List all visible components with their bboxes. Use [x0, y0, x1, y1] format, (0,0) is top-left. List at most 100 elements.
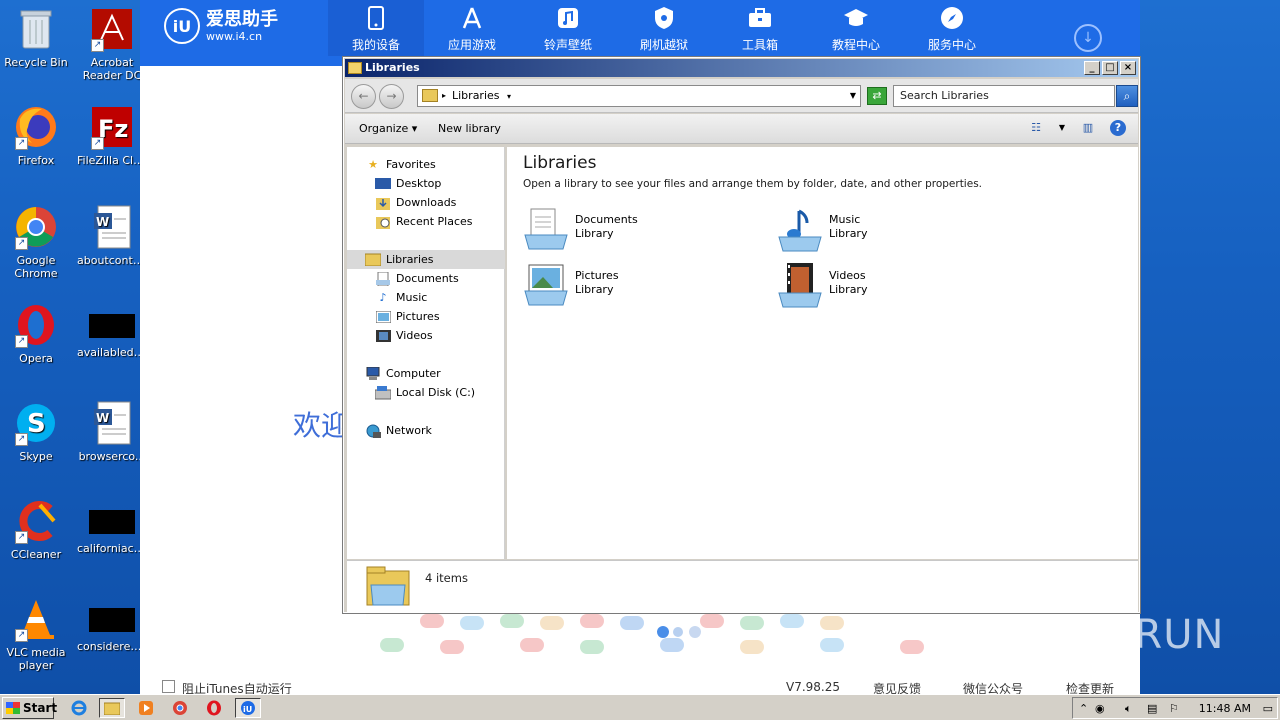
nav-libraries[interactable]: Libraries — [347, 250, 505, 269]
library-type: Library — [575, 227, 614, 240]
breadcrumb-libraries[interactable]: Libraries — [452, 89, 500, 102]
i4-nav-my-device[interactable]: 我的设备 — [328, 0, 424, 56]
library-videos[interactable]: Videos Library — [777, 263, 1017, 313]
nav-desktop[interactable]: Desktop — [375, 174, 441, 193]
shortcut-arrow-icon: ↗ — [15, 237, 28, 250]
desktop-icon-label: Acrobat Reader DC — [82, 56, 142, 82]
help-icon[interactable]: ? — [1110, 120, 1126, 136]
clock[interactable]: 11:48 AM — [1199, 702, 1251, 715]
nav-recent-places[interactable]: Recent Places — [375, 212, 473, 231]
search-input[interactable]: Search Libraries — [893, 85, 1115, 107]
nav-videos[interactable]: Videos — [375, 326, 433, 345]
desktop-icon-considerede[interactable]: considerede... — [76, 596, 148, 653]
nav-documents[interactable]: Documents — [375, 269, 459, 288]
new-library-button[interactable]: New library — [438, 122, 501, 135]
desktop-icon-browserco[interactable]: W browserco... — [76, 400, 148, 463]
svg-text:W: W — [96, 411, 109, 425]
desktop-icon-label: Opera — [19, 352, 53, 365]
nav-local-disk[interactable]: Local Disk (C:) — [375, 383, 475, 402]
library-type: Library — [829, 283, 868, 296]
vlc-cone-icon: ↗ — [13, 596, 59, 642]
graduation-cap-icon — [842, 4, 870, 32]
desktop-icon-availabledir[interactable]: availabledir... — [76, 302, 148, 359]
shortcut-arrow-icon: ↗ — [15, 531, 28, 544]
download-icon[interactable]: ↓ — [1074, 24, 1102, 52]
taskbar-ie-icon[interactable] — [66, 698, 92, 718]
i4-nav-ringtones-wallpapers[interactable]: 铃声壁纸 — [520, 0, 616, 56]
refresh-button[interactable]: ⇄ — [867, 87, 887, 105]
organize-button[interactable]: Organize ▾ — [359, 122, 417, 135]
nav-music[interactable]: ♪ Music — [375, 288, 427, 307]
shield-icon — [650, 4, 678, 32]
desktop-icon-recycle-bin[interactable]: Recycle Bin — [0, 6, 72, 69]
volume-icon[interactable]: 🔈︎ — [1125, 702, 1132, 716]
tray-expand-icon[interactable]: ⌃ — [1079, 702, 1088, 715]
maximize-button[interactable]: □ — [1102, 61, 1118, 75]
svg-text:S: S — [27, 409, 46, 439]
i4-nav-service-center[interactable]: 服务中心 — [904, 0, 1000, 56]
network-tray-icon[interactable]: ▤ — [1147, 702, 1157, 715]
window-titlebar[interactable]: Libraries _ □ × — [345, 59, 1138, 77]
action-center-flag-icon[interactable]: ⚐ — [1169, 702, 1179, 715]
i4-nav-label: 应用游戏 — [447, 38, 496, 52]
forward-button[interactable]: → — [379, 84, 404, 109]
desktop-icon-chrome[interactable]: ↗ Google Chrome — [0, 204, 72, 280]
skype-icon: S ↗ — [13, 400, 59, 446]
library-type: Library — [829, 227, 868, 240]
library-name: Music — [829, 213, 861, 226]
desktop-icon-vlc[interactable]: ↗ VLC media player — [0, 596, 72, 672]
i4-nav-label: 我的设备 — [351, 38, 400, 52]
star-icon: ★ — [368, 158, 378, 171]
search-icon[interactable]: ⌕ — [1116, 85, 1138, 107]
desktop-icon-firefox[interactable]: ↗ Firefox — [0, 104, 72, 167]
videos-icon — [375, 329, 391, 343]
desktop-icon-skype[interactable]: S ↗ Skype — [0, 400, 72, 463]
view-dropdown-icon[interactable]: ▼ — [1058, 120, 1066, 136]
view-options-icon[interactable]: ☷ — [1028, 120, 1044, 136]
nav-downloads[interactable]: Downloads — [375, 193, 456, 212]
library-music[interactable]: Music Library — [777, 207, 1017, 257]
filezilla-icon: Fz ↗ — [89, 104, 135, 150]
documents-library-icon — [523, 207, 569, 253]
show-desktop-icon[interactable]: ▭ — [1263, 702, 1273, 715]
desktop-icon-label: aboutconte... — [77, 254, 148, 267]
address-bar[interactable]: ▸ Libraries ▾ ▼ — [417, 85, 861, 107]
itunes-autorun-checkbox[interactable] — [162, 680, 175, 693]
desktop-icon-ccleaner[interactable]: ↗ CCleaner — [0, 498, 72, 561]
library-documents[interactable]: Documents Library — [523, 207, 763, 257]
desktop-icon-label: Skype — [19, 450, 53, 463]
taskbar-media-player-icon[interactable] — [133, 698, 159, 718]
start-button[interactable]: Start — [2, 697, 57, 719]
minimize-button[interactable]: _ — [1084, 61, 1100, 75]
shortcut-arrow-icon: ↗ — [15, 433, 28, 446]
i4-nav-toolbox[interactable]: 工具箱 — [712, 0, 808, 56]
taskbar-chrome-icon[interactable] — [167, 698, 193, 718]
taskbar-i4-icon[interactable]: iU — [235, 698, 261, 718]
close-button[interactable]: × — [1120, 61, 1136, 75]
desktop-icon-filezilla[interactable]: Fz ↗ FileZilla Client — [76, 104, 148, 167]
taskbar-opera-icon[interactable] — [201, 698, 227, 718]
address-history-dropdown-icon[interactable]: ▼ — [850, 86, 856, 106]
desktop-icon-acrobat[interactable]: ↗ Acrobat Reader DC — [76, 6, 148, 82]
breadcrumb-dropdown-icon[interactable]: ▾ — [507, 92, 511, 101]
i4-nav-tutorials[interactable]: 教程中心 — [808, 0, 904, 56]
tray-i4-icon[interactable]: ◉ — [1095, 702, 1105, 715]
nav-network[interactable]: Network — [365, 421, 432, 440]
desktop-icon-californiaco[interactable]: californiaco... — [76, 498, 148, 555]
nav-pictures[interactable]: Pictures — [375, 307, 440, 326]
nav-favorites[interactable]: ★ Favorites — [365, 155, 436, 174]
library-pictures[interactable]: Pictures Library — [523, 263, 763, 313]
desktop-icon-aboutconte[interactable]: W aboutconte... — [76, 204, 148, 267]
preview-pane-icon[interactable]: ▥ — [1080, 120, 1096, 136]
taskbar-explorer-icon[interactable] — [99, 698, 125, 718]
i4-nav-flash-jailbreak[interactable]: 刷机越狱 — [616, 0, 712, 56]
desktop-icon-opera[interactable]: ↗ Opera — [0, 302, 72, 365]
nav-computer[interactable]: Computer — [365, 364, 441, 383]
shortcut-arrow-icon: ↗ — [15, 137, 28, 150]
i4-nav-apps-games[interactable]: 应用游戏 — [424, 0, 520, 56]
desktop-icon-label: availabledir... — [77, 346, 148, 359]
library-type: Library — [575, 283, 614, 296]
back-button[interactable]: ← — [351, 84, 376, 109]
desktop-icon-label: VLC media player — [6, 646, 66, 672]
phone-icon — [362, 4, 390, 32]
